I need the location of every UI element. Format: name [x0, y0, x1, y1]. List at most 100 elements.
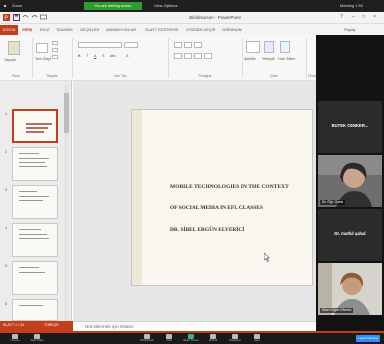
undo-icon[interactable] [22, 14, 29, 21]
current-slide[interactable]: MOBILE TECHNOLOGIES IN THE CONTEXT OF SO… [131, 109, 313, 286]
underline-icon[interactable]: A [94, 54, 96, 58]
powerpoint-title-bar: P Bildirisunum - PowerPoint ? – □ × [0, 12, 384, 24]
thumbnail-number: 6 [5, 301, 8, 306]
align-right-icon[interactable] [194, 53, 202, 59]
arrange-icon[interactable] [264, 41, 274, 53]
numbering-icon[interactable] [184, 42, 192, 48]
participant-name: Sibel Ergün Elverici [320, 308, 354, 313]
tab-view[interactable]: GÖRÜNÜM [222, 26, 242, 34]
participant-tile[interactable]: BUTEK CENKER... [318, 101, 382, 153]
layout-icon[interactable] [52, 41, 58, 45]
slide-editing-area: MOBILE TECHNOLOGIES IN THE CONTEXT OF SO… [73, 81, 316, 321]
mouse-cursor-icon [264, 253, 270, 262]
new-slide-icon[interactable] [36, 43, 48, 53]
paragraph-group: Paragraf [170, 39, 240, 79]
paste-label: Yapıştır [4, 58, 17, 62]
font-name-dropdown[interactable] [78, 42, 122, 48]
ribbon-divider [168, 38, 169, 78]
save-icon[interactable] [13, 14, 20, 21]
apps-button[interactable]: Apps [248, 334, 266, 343]
align-center-icon[interactable] [184, 53, 192, 59]
chat-label: Chat [166, 339, 172, 342]
ribbon-divider [242, 38, 243, 78]
share-screen-button[interactable]: Share Screen [182, 334, 200, 343]
shapes-gallery-icon[interactable] [246, 41, 260, 53]
paragraph-group-label: Paragraf [198, 74, 212, 78]
align-left-icon[interactable] [174, 53, 182, 59]
status-bar: SLAYT 1 / 23 TÜRKÇE [0, 321, 73, 333]
start-slideshow-icon[interactable] [40, 14, 47, 21]
slide-thumbnail-3[interactable] [12, 185, 58, 219]
slides-group: Yeni Slayt Slaytlar [34, 39, 70, 79]
minimize-icon[interactable]: – [352, 14, 355, 20]
thumbnails-scrollbar[interactable] [64, 85, 69, 321]
spacing-icon[interactable]: abc [110, 54, 116, 58]
section-icon[interactable] [52, 55, 58, 59]
tab-design[interactable]: TASARIM [56, 26, 73, 34]
chat-button[interactable]: Chat [160, 334, 178, 343]
italic-icon[interactable]: T [86, 54, 88, 58]
quick-styles-icon[interactable] [280, 41, 290, 53]
language-indicator[interactable]: TÜRKÇE [44, 323, 59, 327]
participant-name: BUTEK CENKER... [331, 123, 369, 128]
slide-thumbnail-4[interactable] [12, 223, 58, 257]
strikethrough-icon[interactable]: S [102, 54, 104, 58]
view-options-button[interactable]: View Options [154, 3, 178, 9]
slide-thumbnail-5[interactable] [12, 261, 58, 295]
slide-thumbnail-1[interactable] [12, 109, 58, 143]
tab-review[interactable]: GÖZDEN GEÇİR [186, 26, 215, 34]
tab-file[interactable]: DOSYA [0, 25, 18, 35]
slides-group-label: Slaytlar [46, 74, 58, 78]
thumbnail-number: 4 [5, 225, 8, 230]
participants-button[interactable]: Participants [138, 334, 156, 343]
indent-icon[interactable] [194, 42, 202, 48]
zoom-top-bar: ■ Zoom You are viewing screen View Optio… [0, 0, 384, 12]
bullets-icon[interactable] [174, 42, 182, 48]
close-icon[interactable]: × [373, 14, 376, 20]
slide-thumbnail-2[interactable] [12, 147, 58, 181]
shield-icon: ■ [4, 3, 7, 8]
slide-counter: SLAYT 1 / 23 [3, 323, 25, 327]
tab-animations[interactable]: ANİMASYONLAR [106, 26, 136, 34]
tab-home[interactable]: GİRİŞ [22, 26, 32, 34]
tab-slideshow[interactable]: SLAYT GÖSTERİSİ [145, 26, 178, 34]
participant-name: Dr. mutlul şahal [334, 231, 366, 236]
new-slide-label: Yeni Slayt [35, 57, 51, 61]
reactions-button[interactable]: Reactions [226, 334, 244, 343]
unmute-button[interactable]: Unmute [6, 334, 24, 343]
slide-author[interactable]: DR. SİBEL ERGÜN ELVERİCİ [170, 227, 310, 233]
ribbon-divider [306, 38, 307, 78]
start-video-button[interactable]: Start Video [28, 334, 46, 343]
unmute-label: Unmute [10, 339, 20, 342]
screen-share-banner[interactable]: You are viewing screen [84, 2, 142, 10]
leave-meeting-button[interactable]: Leave Meeting [356, 335, 380, 342]
font-color-icon[interactable]: A [126, 54, 128, 58]
thumbnail-number: 5 [5, 263, 8, 268]
tab-insert[interactable]: EKLE [40, 26, 50, 34]
font-size-dropdown[interactable] [124, 42, 138, 48]
slide-title-line-2[interactable]: OF SOCIAL MEDIA IN EFL CLASSES [170, 205, 310, 211]
help-icon[interactable]: ? [340, 14, 343, 20]
bold-icon[interactable]: K [78, 54, 81, 58]
reset-icon[interactable] [52, 48, 58, 52]
slide-thumbnail-6[interactable] [12, 299, 58, 321]
paste-icon[interactable] [8, 41, 20, 55]
record-button[interactable]: Record [204, 334, 222, 343]
participant-video-tile[interactable]: Sibel Ergün Elverici [318, 263, 382, 315]
clipboard-group-label: Pano [12, 74, 20, 78]
tab-transitions[interactable]: GEÇİŞLER [80, 26, 99, 34]
share-button[interactable]: Paylaş [344, 26, 355, 34]
maximize-icon[interactable]: □ [362, 14, 365, 20]
ribbon: Yapıştır Pano Yeni Slayt Slaytlar K T A … [0, 35, 318, 81]
thumbnail-number: 3 [5, 187, 8, 192]
participant-tile[interactable]: Dr. mutlul şahal [318, 209, 382, 261]
drawing-group: Şekiller Yerleştir Hızlı Stiller Çizim [244, 39, 304, 79]
scrollbar-thumb[interactable] [64, 93, 69, 133]
slide-title-line-1[interactable]: MOBILE TECHNOLOGIES IN THE CONTEXT [170, 184, 310, 190]
redo-icon[interactable] [31, 14, 38, 21]
editing-group-label: Düzen [308, 74, 318, 78]
participant-video-tile[interactable]: Dr. Öğr. Üyesi [318, 155, 382, 207]
participants-label: Participants [140, 339, 154, 342]
notes-placeholder: Not eklemek için tıklatın [85, 324, 134, 329]
justify-icon[interactable] [204, 53, 212, 59]
